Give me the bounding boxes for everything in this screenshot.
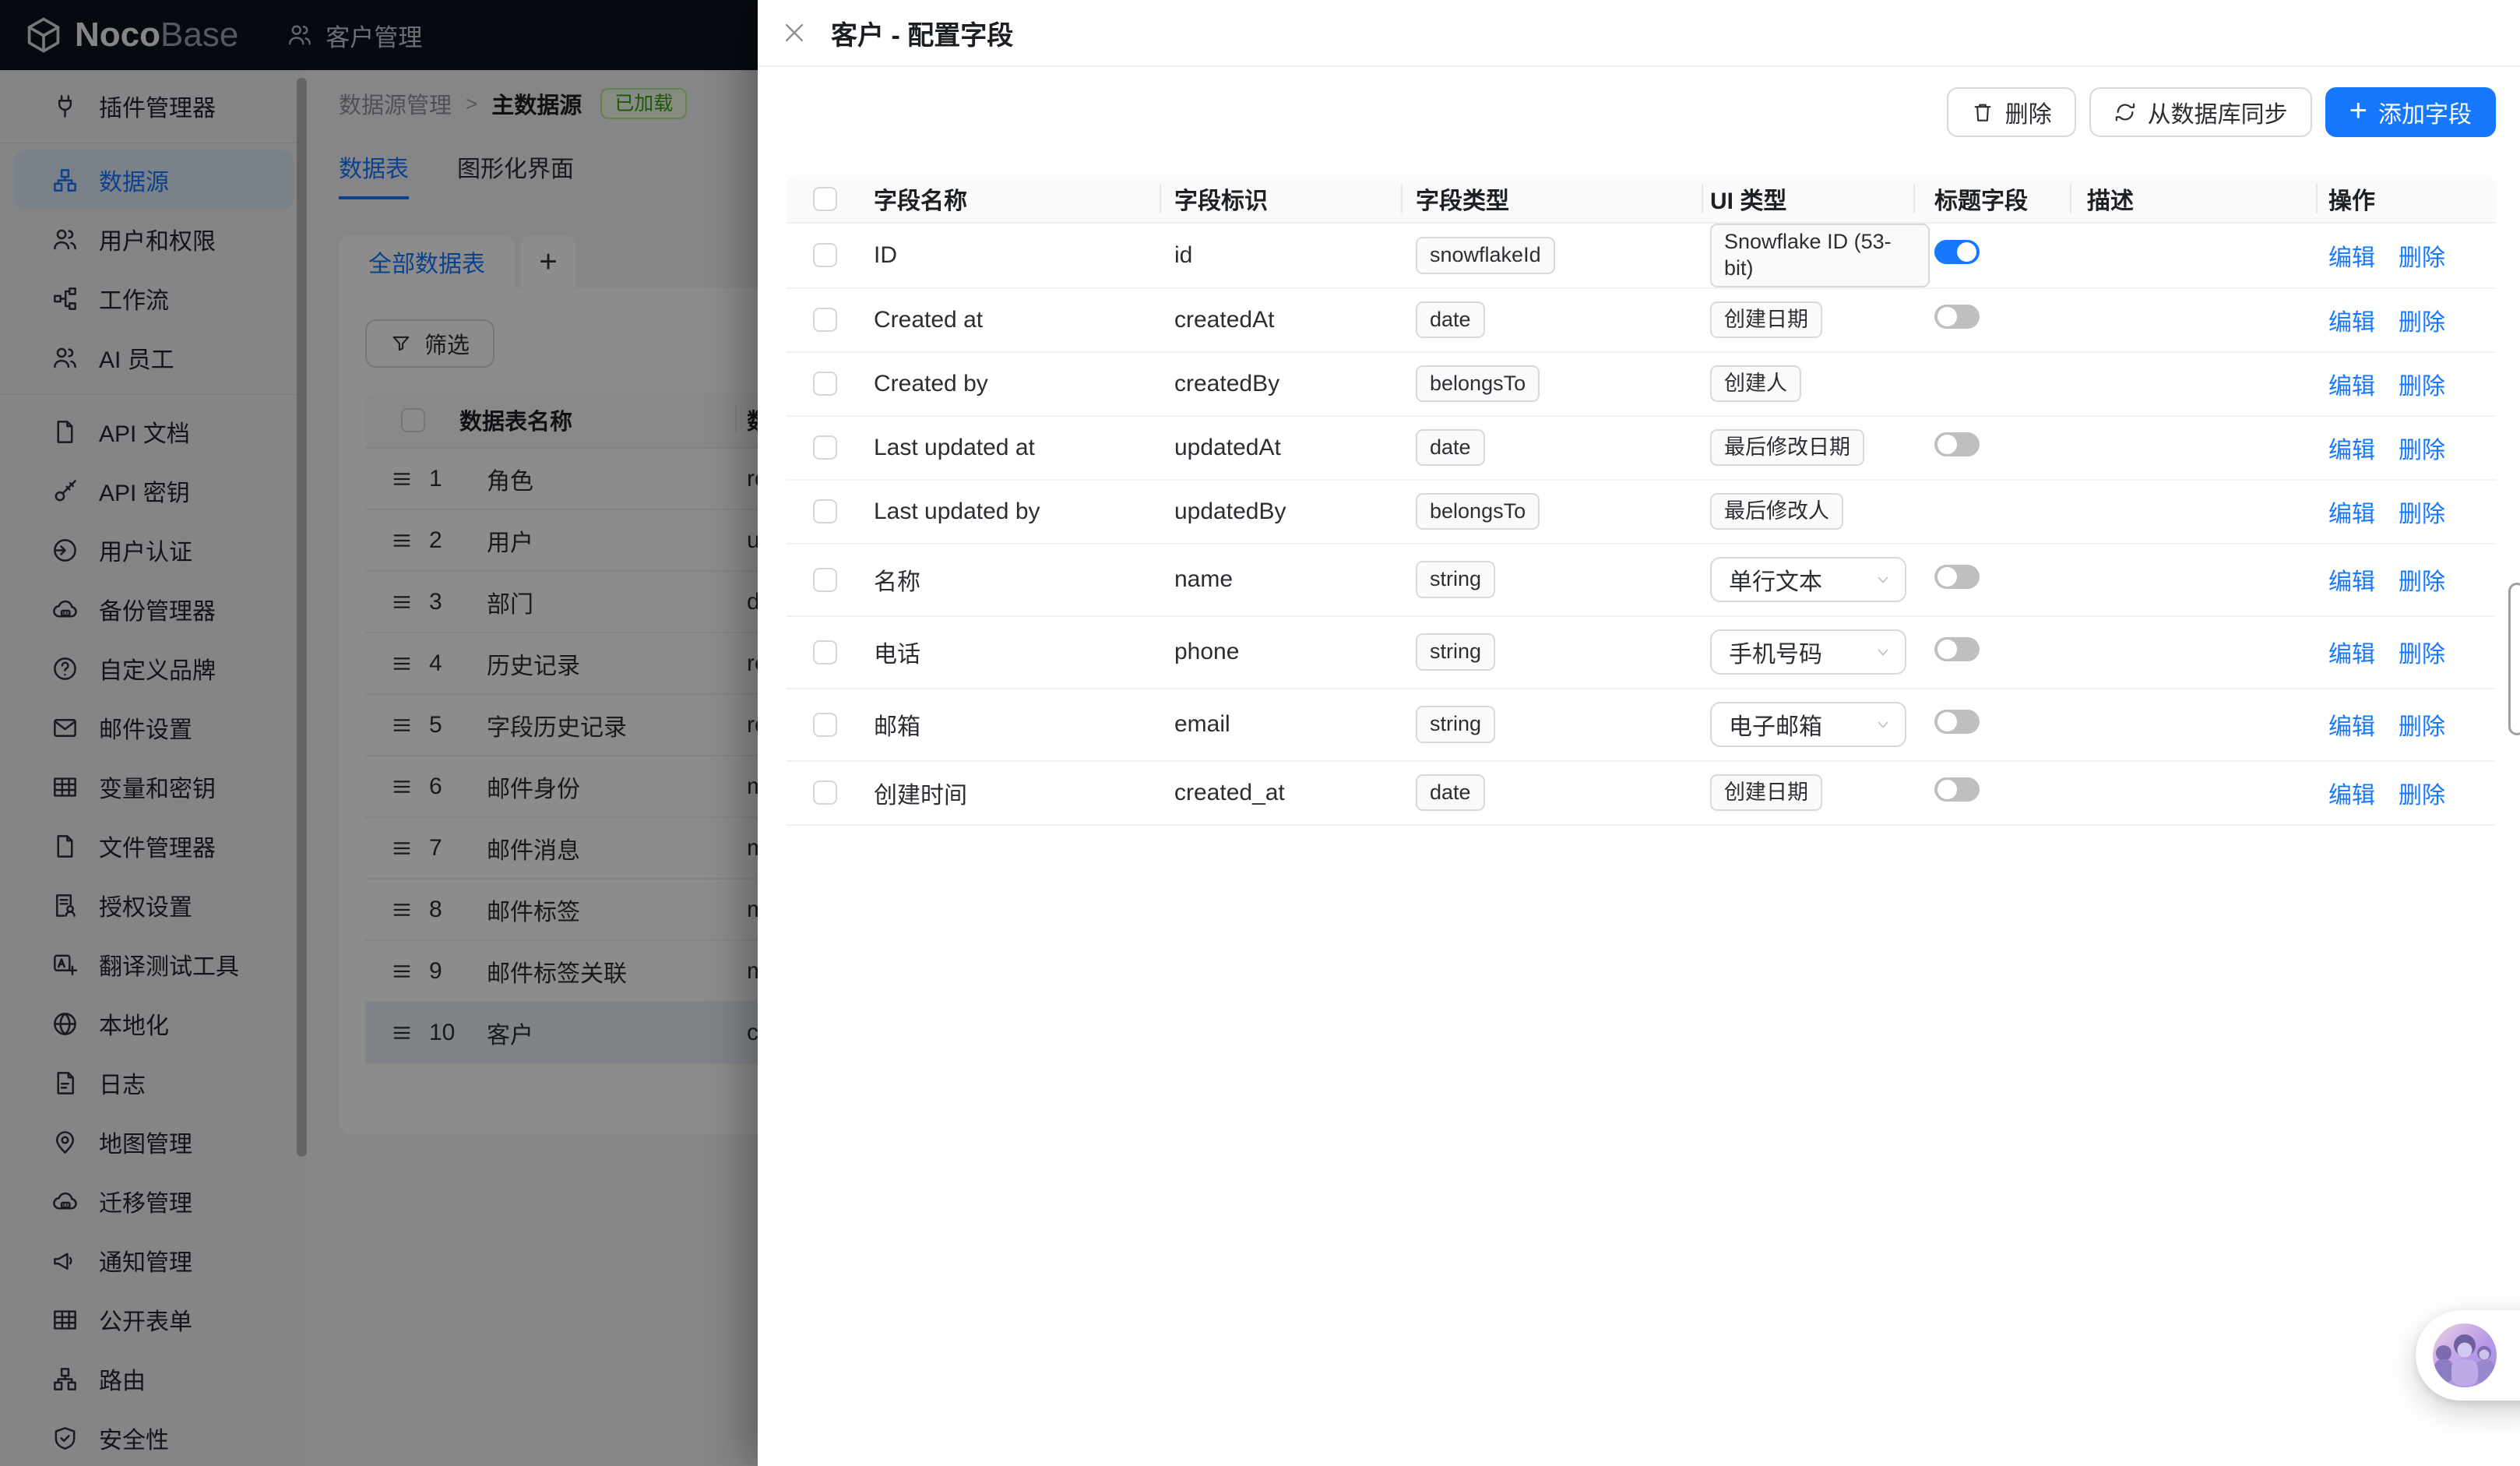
- trash-icon: [1971, 100, 1994, 124]
- edit-link[interactable]: 编辑: [2328, 707, 2375, 742]
- field-type-tag: belongsTo: [1416, 492, 1540, 530]
- column-divider: [1160, 184, 1161, 213]
- edit-link[interactable]: 编辑: [2328, 495, 2375, 529]
- edit-link[interactable]: 编辑: [2328, 431, 2375, 465]
- sync-icon: [2113, 100, 2137, 124]
- field-type-tag: string: [1416, 633, 1496, 671]
- column-field-name: 字段名称: [874, 189, 967, 214]
- field-row-phone: 电话 phone string 手机号码 编辑 删除: [787, 617, 2496, 689]
- row-checkbox[interactable]: [813, 640, 837, 664]
- delete-link[interactable]: 删除: [2399, 495, 2445, 529]
- row-checkbox[interactable]: [813, 372, 837, 396]
- row-checkbox[interactable]: [813, 243, 837, 268]
- ui-type-select[interactable]: 电子邮箱: [1710, 702, 1906, 747]
- ui-type-tag: Snowflake ID (53-bit): [1710, 224, 1930, 287]
- edit-link[interactable]: 编辑: [2328, 303, 2375, 337]
- column-description: 描述: [2087, 189, 2134, 214]
- drawer-title: 客户 - 配置字段: [831, 20, 1014, 51]
- field-type-tag: date: [1416, 428, 1485, 467]
- title-field-toggle[interactable]: [1934, 777, 1980, 802]
- title-field-toggle[interactable]: [1934, 636, 1980, 661]
- title-field-toggle[interactable]: [1934, 305, 1980, 329]
- column-divider: [2316, 184, 2318, 213]
- assistant-avatar-button[interactable]: [2416, 1310, 2520, 1401]
- column-title-field: 标题字段: [1934, 189, 2028, 214]
- field-type-tag: belongsTo: [1416, 365, 1540, 403]
- fields-table-header: 字段名称 字段标识 字段类型 UI 类型 标题字段 描述 操作: [787, 175, 2496, 224]
- edit-link[interactable]: 编辑: [2328, 238, 2375, 273]
- field-row-updatedby: Last updated by updatedBy belongsTo 最后修改…: [787, 481, 2496, 544]
- edit-link[interactable]: 编辑: [2328, 562, 2375, 597]
- ui-type-select[interactable]: 单行文本: [1710, 557, 1906, 602]
- field-type-tag: string: [1416, 561, 1496, 598]
- title-field-toggle[interactable]: [1934, 240, 1980, 265]
- drawer-header: 客户 - 配置字段: [758, 0, 2520, 67]
- select-all-checkbox[interactable]: [813, 186, 837, 211]
- row-checkbox[interactable]: [813, 308, 837, 332]
- add-field-button-label: 添加字段: [2378, 102, 2472, 128]
- edit-link[interactable]: 编辑: [2328, 776, 2375, 810]
- field-type-tag: snowflakeId: [1416, 236, 1555, 274]
- drawer-toolbar: 删除 从数据库同步 + 添加字段: [1946, 87, 2496, 137]
- delete-link[interactable]: 删除: [2399, 303, 2445, 337]
- ui-type-tag: 创建人: [1710, 365, 1801, 403]
- ui-type-tag: 创建日期: [1710, 301, 1822, 339]
- row-checkbox[interactable]: [813, 781, 837, 805]
- title-field-toggle[interactable]: [1934, 709, 1980, 734]
- delete-link[interactable]: 删除: [2399, 431, 2445, 465]
- field-row-created-at: 创建时间 created_at date 创建日期 编辑 删除: [787, 762, 2496, 826]
- title-field-toggle[interactable]: [1934, 432, 1980, 456]
- configure-fields-drawer: 客户 - 配置字段 删除 从数据库同步 + 添加字段 字段名称 字段标识 字段类…: [758, 0, 2520, 1466]
- field-type-tag: string: [1416, 706, 1496, 743]
- drawer-scrollbar[interactable]: [2508, 583, 2520, 735]
- row-checkbox[interactable]: [813, 712, 837, 737]
- sync-from-database-button[interactable]: 从数据库同步: [2089, 87, 2312, 137]
- row-checkbox[interactable]: [813, 435, 837, 460]
- delete-link[interactable]: 删除: [2399, 238, 2445, 273]
- column-divider: [1702, 184, 1703, 213]
- column-ui-type: UI 类型: [1710, 189, 1787, 214]
- field-row-createdby: Created by createdBy belongsTo 创建人 编辑 删除: [787, 353, 2496, 417]
- add-field-button[interactable]: + 添加字段: [2325, 87, 2496, 137]
- column-field-type: 字段类型: [1416, 189, 1509, 214]
- ui-type-tag: 创建日期: [1710, 774, 1822, 812]
- field-type-tag: date: [1416, 301, 1485, 339]
- chevron-down-icon: [1874, 643, 1892, 661]
- chevron-down-icon: [1874, 570, 1892, 589]
- column-actions: 操作: [2328, 189, 2375, 214]
- field-row-email: 邮箱 email string 电子邮箱 编辑 删除: [787, 689, 2496, 762]
- screen: NocoBase 客户管理 插件管理器 数据源 用户和权限 工作流 AI 员工 …: [0, 0, 2520, 1466]
- column-divider: [2070, 184, 2071, 213]
- edit-link[interactable]: 编辑: [2328, 635, 2375, 669]
- field-row-name: 名称 name string 单行文本 编辑 删除: [787, 544, 2496, 617]
- delete-button-label: 删除: [2004, 102, 2052, 128]
- close-icon[interactable]: [781, 19, 808, 46]
- delete-link[interactable]: 删除: [2399, 635, 2445, 669]
- ui-type-select[interactable]: 手机号码: [1710, 629, 1906, 675]
- delete-link[interactable]: 删除: [2399, 776, 2445, 810]
- row-checkbox[interactable]: [813, 499, 837, 523]
- delete-link[interactable]: 删除: [2399, 707, 2445, 742]
- field-row-createdat: Created at createdAt date 创建日期 编辑 删除: [787, 289, 2496, 353]
- fields-table: 字段名称 字段标识 字段类型 UI 类型 标题字段 描述 操作 ID id sn…: [787, 175, 2496, 826]
- field-row-id: ID id snowflakeId Snowflake ID (53-bit) …: [787, 224, 2496, 289]
- title-field-toggle[interactable]: [1934, 564, 1980, 589]
- field-row-updatedat: Last updated at updatedAt date 最后修改日期 编辑…: [787, 417, 2496, 481]
- ui-type-tag: 最后修改日期: [1710, 428, 1864, 467]
- column-divider: [1913, 184, 1915, 213]
- field-type-tag: date: [1416, 774, 1485, 812]
- delete-fields-button[interactable]: 删除: [1946, 87, 2076, 137]
- chevron-down-icon: [1874, 715, 1892, 734]
- sync-button-label: 从数据库同步: [2147, 102, 2288, 128]
- team-avatar: [2433, 1323, 2497, 1387]
- column-divider: [1401, 184, 1403, 213]
- ui-type-tag: 最后修改人: [1710, 492, 1843, 530]
- edit-link[interactable]: 编辑: [2328, 367, 2375, 401]
- delete-link[interactable]: 删除: [2399, 367, 2445, 401]
- column-field-key: 字段标识: [1174, 189, 1268, 214]
- row-checkbox[interactable]: [813, 567, 837, 592]
- delete-link[interactable]: 删除: [2399, 562, 2445, 597]
